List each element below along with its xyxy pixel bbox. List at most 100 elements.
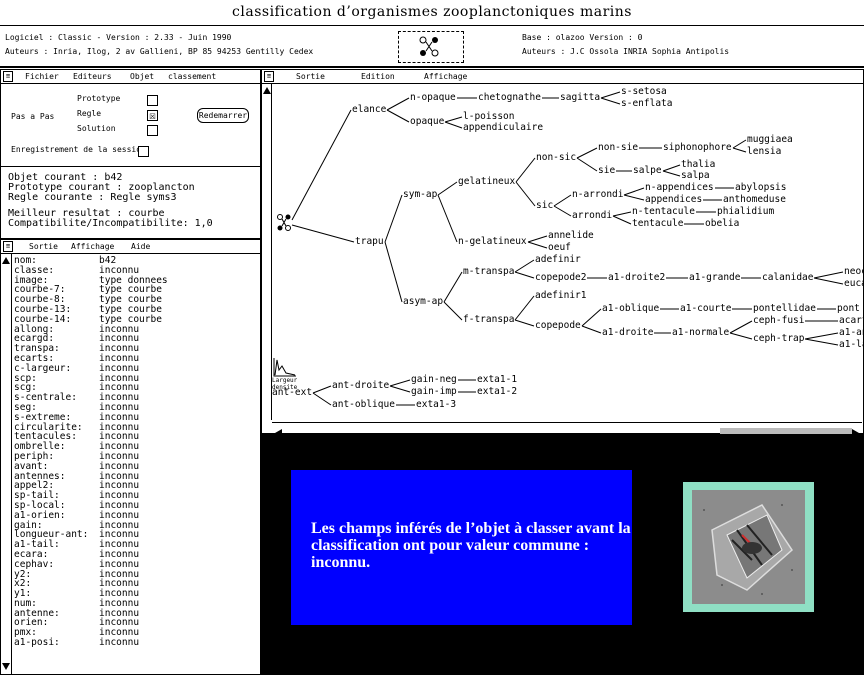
- tree-node-adefinir1[interactable]: adefinir1: [535, 291, 586, 301]
- tree-node-a1-lat[interactable]: a1-lat: [839, 340, 864, 350]
- tree-node-l-poisson[interactable]: l-poisson: [463, 112, 514, 122]
- window-menu-icon[interactable]: ≡: [3, 71, 13, 82]
- tree-node-trapu[interactable]: trapu: [355, 237, 384, 247]
- tree-node-gelatineux[interactable]: gelatineux: [458, 177, 515, 187]
- tree-edge: [576, 157, 598, 172]
- tree-node-exta1-1[interactable]: exta1-1: [477, 375, 517, 385]
- attribute-row[interactable]: a1-posi: inconnu: [14, 638, 260, 648]
- tree-node-n-tentacule[interactable]: n-tentacule: [632, 207, 695, 217]
- tree-node-gain-imp[interactable]: gain-imp: [411, 387, 457, 397]
- tree-node-eucal[interactable]: eucal: [844, 279, 864, 289]
- tree-node-a1-droite2[interactable]: a1-droite2: [608, 273, 665, 283]
- tree-node-obelia[interactable]: obelia: [705, 219, 739, 229]
- tree-node-sie[interactable]: sie: [598, 166, 615, 176]
- tree-edge: [662, 164, 681, 172]
- tree-node-s-setosa[interactable]: s-setosa: [621, 87, 667, 97]
- tree-edge: [386, 109, 410, 123]
- tree-node-a1-normale[interactable]: a1-normale: [672, 328, 729, 338]
- tree-node-non-sic[interactable]: non-sic: [536, 153, 576, 163]
- software-info: Logiciel : Classic - Version : 2.33 - Ju…: [5, 33, 232, 42]
- tree-node-n-appendices[interactable]: n-appendices: [645, 183, 714, 193]
- tree-node-salpa[interactable]: salpa: [681, 171, 710, 181]
- tree-node-m-transpa[interactable]: m-transpa: [463, 267, 514, 277]
- tree-node-a1-droite[interactable]: a1-droite: [602, 328, 653, 338]
- largeur-label: Largeur: [272, 377, 298, 384]
- tree-node-copepode[interactable]: copepode: [535, 321, 581, 331]
- tree-edge: [291, 109, 352, 221]
- regle-checkbox[interactable]: ☒: [147, 110, 158, 121]
- tree-node-salpe[interactable]: salpe: [633, 166, 662, 176]
- tree-edge: [514, 271, 535, 279]
- tree-node-oeuf[interactable]: oeuf: [548, 243, 571, 253]
- window-menu-icon[interactable]: ≡: [3, 241, 13, 252]
- tree-edge: [514, 259, 535, 273]
- tree-horizontal-scrollbar[interactable]: [272, 422, 862, 438]
- tree-node-arrondi[interactable]: arrondi: [572, 211, 612, 221]
- prototype-checkbox[interactable]: [147, 95, 158, 106]
- tree-node-ant-droite[interactable]: ant-droite: [332, 381, 389, 391]
- tree-edge: [384, 194, 403, 243]
- tree-node-sic[interactable]: sic: [536, 201, 553, 211]
- redemarrer-button[interactable]: Redemarrer: [197, 108, 249, 123]
- tree-node-exta1-3[interactable]: exta1-3: [416, 400, 456, 410]
- tree-node-ceph-fusi[interactable]: ceph-fusi: [753, 316, 804, 326]
- enregistrement-label: Enregistrement de la session: [11, 145, 146, 154]
- tree-node-acarti[interactable]: acarti: [839, 316, 864, 326]
- tree-node-a1-ant[interactable]: a1-ant: [839, 328, 864, 338]
- tree-node-elance[interactable]: elance: [352, 105, 386, 115]
- tree-node-ant-oblique[interactable]: ant-oblique: [332, 400, 395, 410]
- tree-node-tentacule[interactable]: tentacule: [632, 219, 683, 229]
- solution-checkbox[interactable]: [147, 125, 158, 136]
- menu-fichier[interactable]: Fichier: [25, 70, 59, 83]
- tree-node-chetognathe[interactable]: chetognathe: [478, 93, 541, 103]
- tree-edge: [576, 147, 598, 159]
- tree-node-anthomeduse[interactable]: anthomeduse: [723, 195, 786, 205]
- tree-edge: [662, 170, 681, 177]
- tree-node-n-opaque[interactable]: n-opaque: [410, 93, 456, 103]
- root-icon: [277, 214, 291, 231]
- tree-node-f-transpa[interactable]: f-transpa: [463, 315, 514, 325]
- menu-classement[interactable]: classement: [168, 70, 216, 83]
- tree-node-appendiculaire[interactable]: appendiculaire: [463, 123, 543, 133]
- tree-node-s-enflata[interactable]: s-enflata: [621, 99, 672, 109]
- enregistrement-checkbox[interactable]: [138, 146, 149, 157]
- menu-affichage[interactable]: Affichage: [71, 240, 114, 253]
- tree-node-a1-oblique[interactable]: a1-oblique: [602, 304, 659, 314]
- tree-node-adefinir[interactable]: adefinir: [535, 255, 581, 265]
- tree-node-ceph-trap[interactable]: ceph-trap: [753, 334, 804, 344]
- tree-node-copepode2[interactable]: copepode2: [535, 273, 586, 283]
- tree-node-calanidae[interactable]: calanidae: [762, 273, 813, 283]
- tree-node-lensia[interactable]: lensia: [747, 147, 781, 157]
- menu-aide[interactable]: Aide: [131, 240, 150, 253]
- tree-edge: [623, 194, 645, 201]
- tree-node-appendices[interactable]: appendices: [645, 195, 702, 205]
- tree-node-pont[interactable]: pont: [837, 304, 860, 314]
- tree-node-gain-neg[interactable]: gain-neg: [411, 375, 457, 385]
- tree-node-opaque[interactable]: opaque: [410, 117, 444, 127]
- attribute-key: a1-posi:: [14, 637, 60, 649]
- tree-edge: [553, 205, 572, 217]
- tree-node-siphonophore[interactable]: siphonophore: [663, 143, 732, 153]
- tree-node-sym-ap[interactable]: sym-ap: [403, 190, 437, 200]
- classification-tree-window: ≡ Sortie Edition Affichage elance n-opaqu…: [261, 69, 864, 438]
- tree-node-asym-ap[interactable]: asym-ap: [403, 297, 443, 307]
- tree-edge: [527, 235, 548, 243]
- tree-node-non-sie[interactable]: non-sie: [598, 143, 638, 153]
- tree-node-neoca[interactable]: neoca: [844, 267, 864, 277]
- tree-node-abylopsis[interactable]: abylopsis: [735, 183, 786, 193]
- menu-editeurs[interactable]: Editeurs: [73, 70, 112, 83]
- tree-node-n-arrondi[interactable]: n-arrondi: [572, 190, 623, 200]
- tree-node-thalia[interactable]: thalia: [681, 160, 715, 170]
- menu-sortie[interactable]: Sortie: [29, 240, 58, 253]
- menu-objet[interactable]: Objet: [130, 70, 154, 83]
- tree-node-annelide[interactable]: annelide: [548, 231, 594, 241]
- attributes-scrollbar[interactable]: [1, 254, 12, 674]
- tree-node-pontellidae[interactable]: pontellidae: [753, 304, 816, 314]
- tree-node-n-gelatineux[interactable]: n-gelatineux: [458, 237, 527, 247]
- tree-node-a1-grande[interactable]: a1-grande: [689, 273, 740, 283]
- tree-node-muggiaea[interactable]: muggiaea: [747, 135, 793, 145]
- tree-node-phialidium[interactable]: phialidium: [717, 207, 774, 217]
- tree-node-a1-courte[interactable]: a1-courte: [680, 304, 731, 314]
- tree-node-exta1-2[interactable]: exta1-2: [477, 387, 517, 397]
- tree-node-sagitta[interactable]: sagitta: [560, 93, 600, 103]
